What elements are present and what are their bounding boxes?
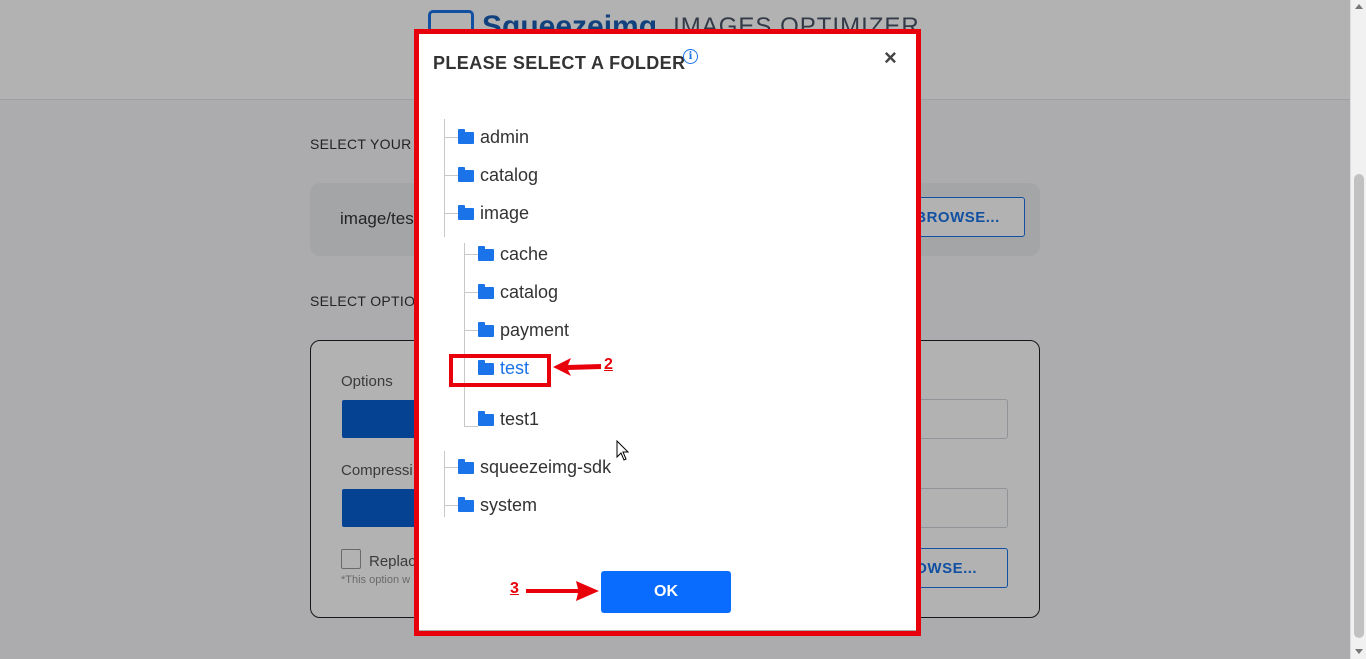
annotation-arrow-2 [553, 358, 601, 376]
scroll-down-icon[interactable] [1355, 649, 1363, 654]
annotation-frame [414, 29, 921, 636]
annotation-step-2: 2 [604, 356, 613, 373]
annotation-arrow-3 [526, 581, 599, 601]
annotation-step-3: 3 [510, 580, 519, 597]
scroll-thumb[interactable] [1354, 174, 1364, 638]
page-scrollbar[interactable] [1350, 0, 1366, 659]
mouse-cursor-icon [616, 440, 630, 461]
scroll-up-icon[interactable] [1355, 4, 1363, 9]
annotation-highlight-box [449, 354, 551, 387]
